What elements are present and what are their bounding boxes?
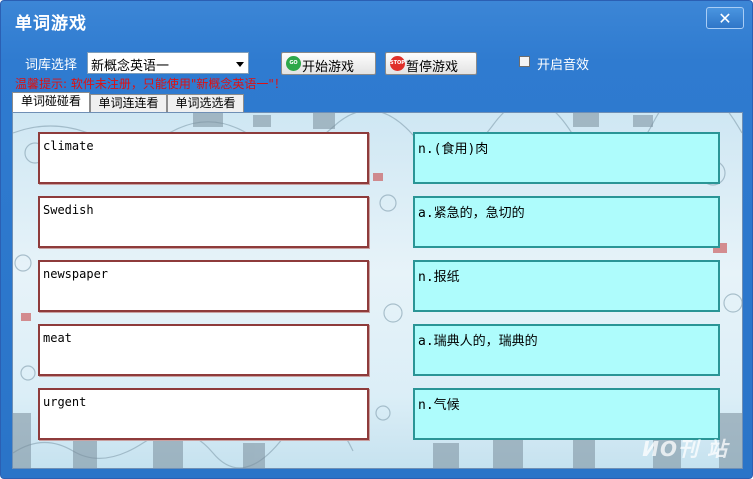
library-label: 词库选择 [25, 58, 78, 73]
word-card-4[interactable]: meat [38, 324, 369, 376]
watermark-logo: ИО刊 站 [642, 437, 728, 461]
definition-card-3[interactable]: n.报纸 [413, 260, 720, 312]
sound-checkbox[interactable] [519, 56, 530, 67]
word-card-1[interactable]: climate [38, 132, 369, 184]
start-game-label: 开始游戏 [302, 60, 355, 75]
tab-word-link[interactable]: 单词连连看 [90, 94, 167, 112]
start-game-button[interactable]: GO 开始游戏 [281, 52, 376, 75]
stop-icon: STOP [390, 56, 405, 71]
library-select[interactable]: 新概念英语一 [87, 52, 249, 74]
game-panel: climate Swedish newspaper meat urgent n.… [12, 112, 743, 469]
warning-text: 温馨提示: 软件未注册，只能使用"新概念英语一"！ [15, 77, 286, 91]
sound-label: 开启音效 [537, 58, 590, 73]
word-card-3[interactable]: newspaper [38, 260, 369, 312]
tab-word-choose[interactable]: 单词选选看 [167, 94, 244, 112]
close-button[interactable]: ✕ [706, 7, 744, 29]
word-card-2[interactable]: Swedish [38, 196, 369, 248]
title-bar: 单词游戏 ✕ [1, 1, 752, 39]
definition-card-2[interactable]: a.紧急的，急切的 [413, 196, 720, 248]
tab-word-bump[interactable]: 单词碰碰看 [12, 92, 90, 112]
library-select-value: 新概念英语一 [91, 59, 170, 74]
window-title: 单词游戏 [15, 14, 87, 34]
chevron-down-icon [236, 62, 244, 67]
word-card-5[interactable]: urgent [38, 388, 369, 440]
pause-game-label: 暂停游戏 [406, 60, 459, 75]
definition-card-4[interactable]: a.瑞典人的，瑞典的 [413, 324, 720, 376]
main-window: 单词游戏 ✕ 词库选择 新概念英语一 GO 开始游戏 STOP 暂停游戏 开启音… [0, 0, 753, 479]
go-icon: GO [286, 56, 301, 71]
definition-card-1[interactable]: n.(食用)肉 [413, 132, 720, 184]
pause-game-button[interactable]: STOP 暂停游戏 [385, 52, 477, 75]
